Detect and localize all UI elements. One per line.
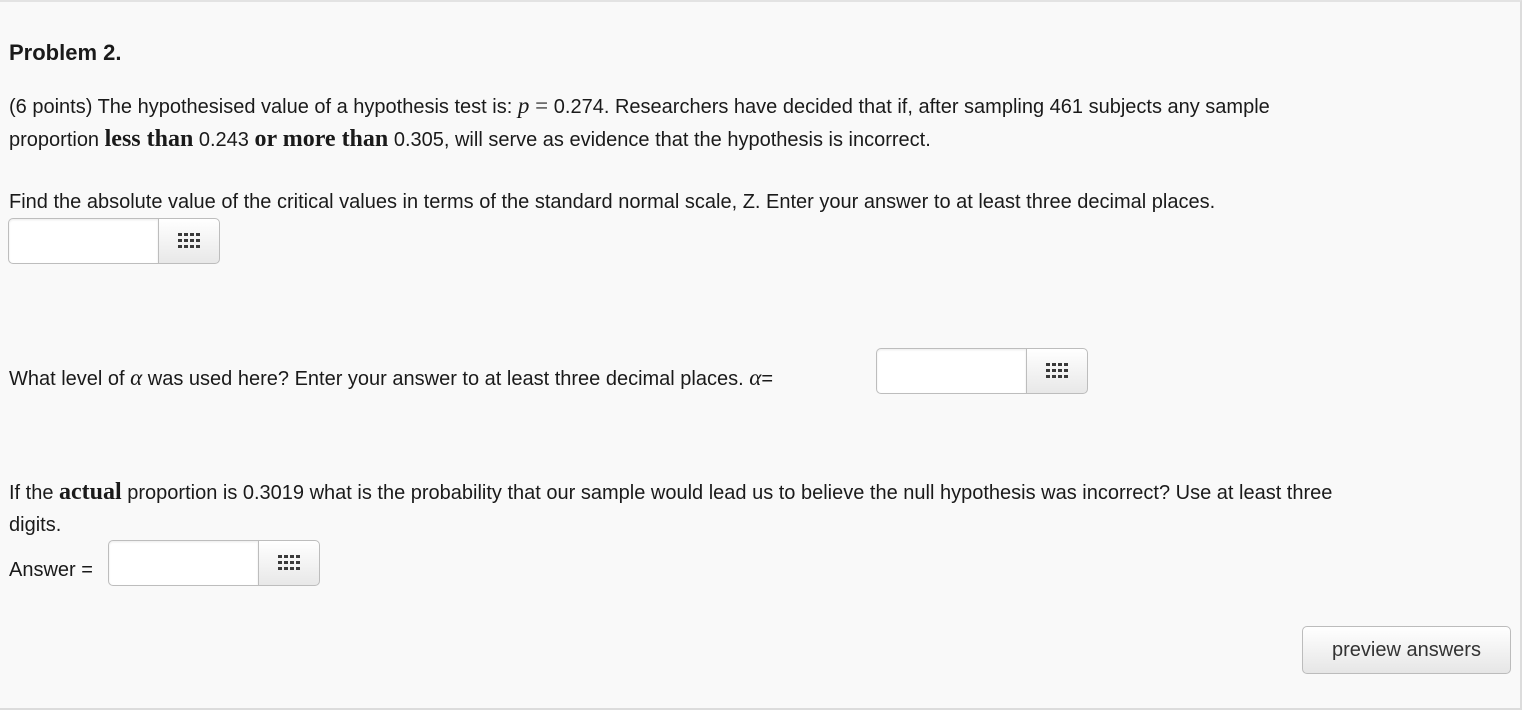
question-3-text: If the actual proportion is 0.3019 what …: [9, 479, 1333, 536]
question-2-text: What level of α was used here? Enter you…: [9, 365, 773, 390]
problem-title: Problem 2.: [9, 40, 122, 65]
question-2-palette-button[interactable]: [1026, 348, 1088, 394]
grid-palette-icon: [278, 555, 300, 570]
question-3-answer-group: [108, 540, 320, 588]
question-1-text: Find the absolute value of the critical …: [9, 191, 1216, 213]
grid-palette-icon: [178, 233, 200, 248]
problem-panel: Problem 2. (6 points) The hypothesised v…: [0, 0, 1522, 710]
answer-label: Answer =: [9, 559, 93, 581]
preview-answers-button[interactable]: preview answers: [1302, 626, 1511, 674]
problem-statement: (6 points) The hypothesised value of a h…: [9, 93, 1270, 152]
question-1-answer-group: [8, 218, 220, 266]
grid-palette-icon: [1046, 363, 1068, 378]
probability-answer-input[interactable]: [108, 540, 258, 586]
question-1-answer-input[interactable]: [8, 218, 158, 264]
question-1-palette-button[interactable]: [158, 218, 220, 264]
alpha-answer-input[interactable]: [876, 348, 1026, 394]
question-2-answer-group: [876, 348, 1088, 396]
question-3-palette-button[interactable]: [258, 540, 320, 586]
